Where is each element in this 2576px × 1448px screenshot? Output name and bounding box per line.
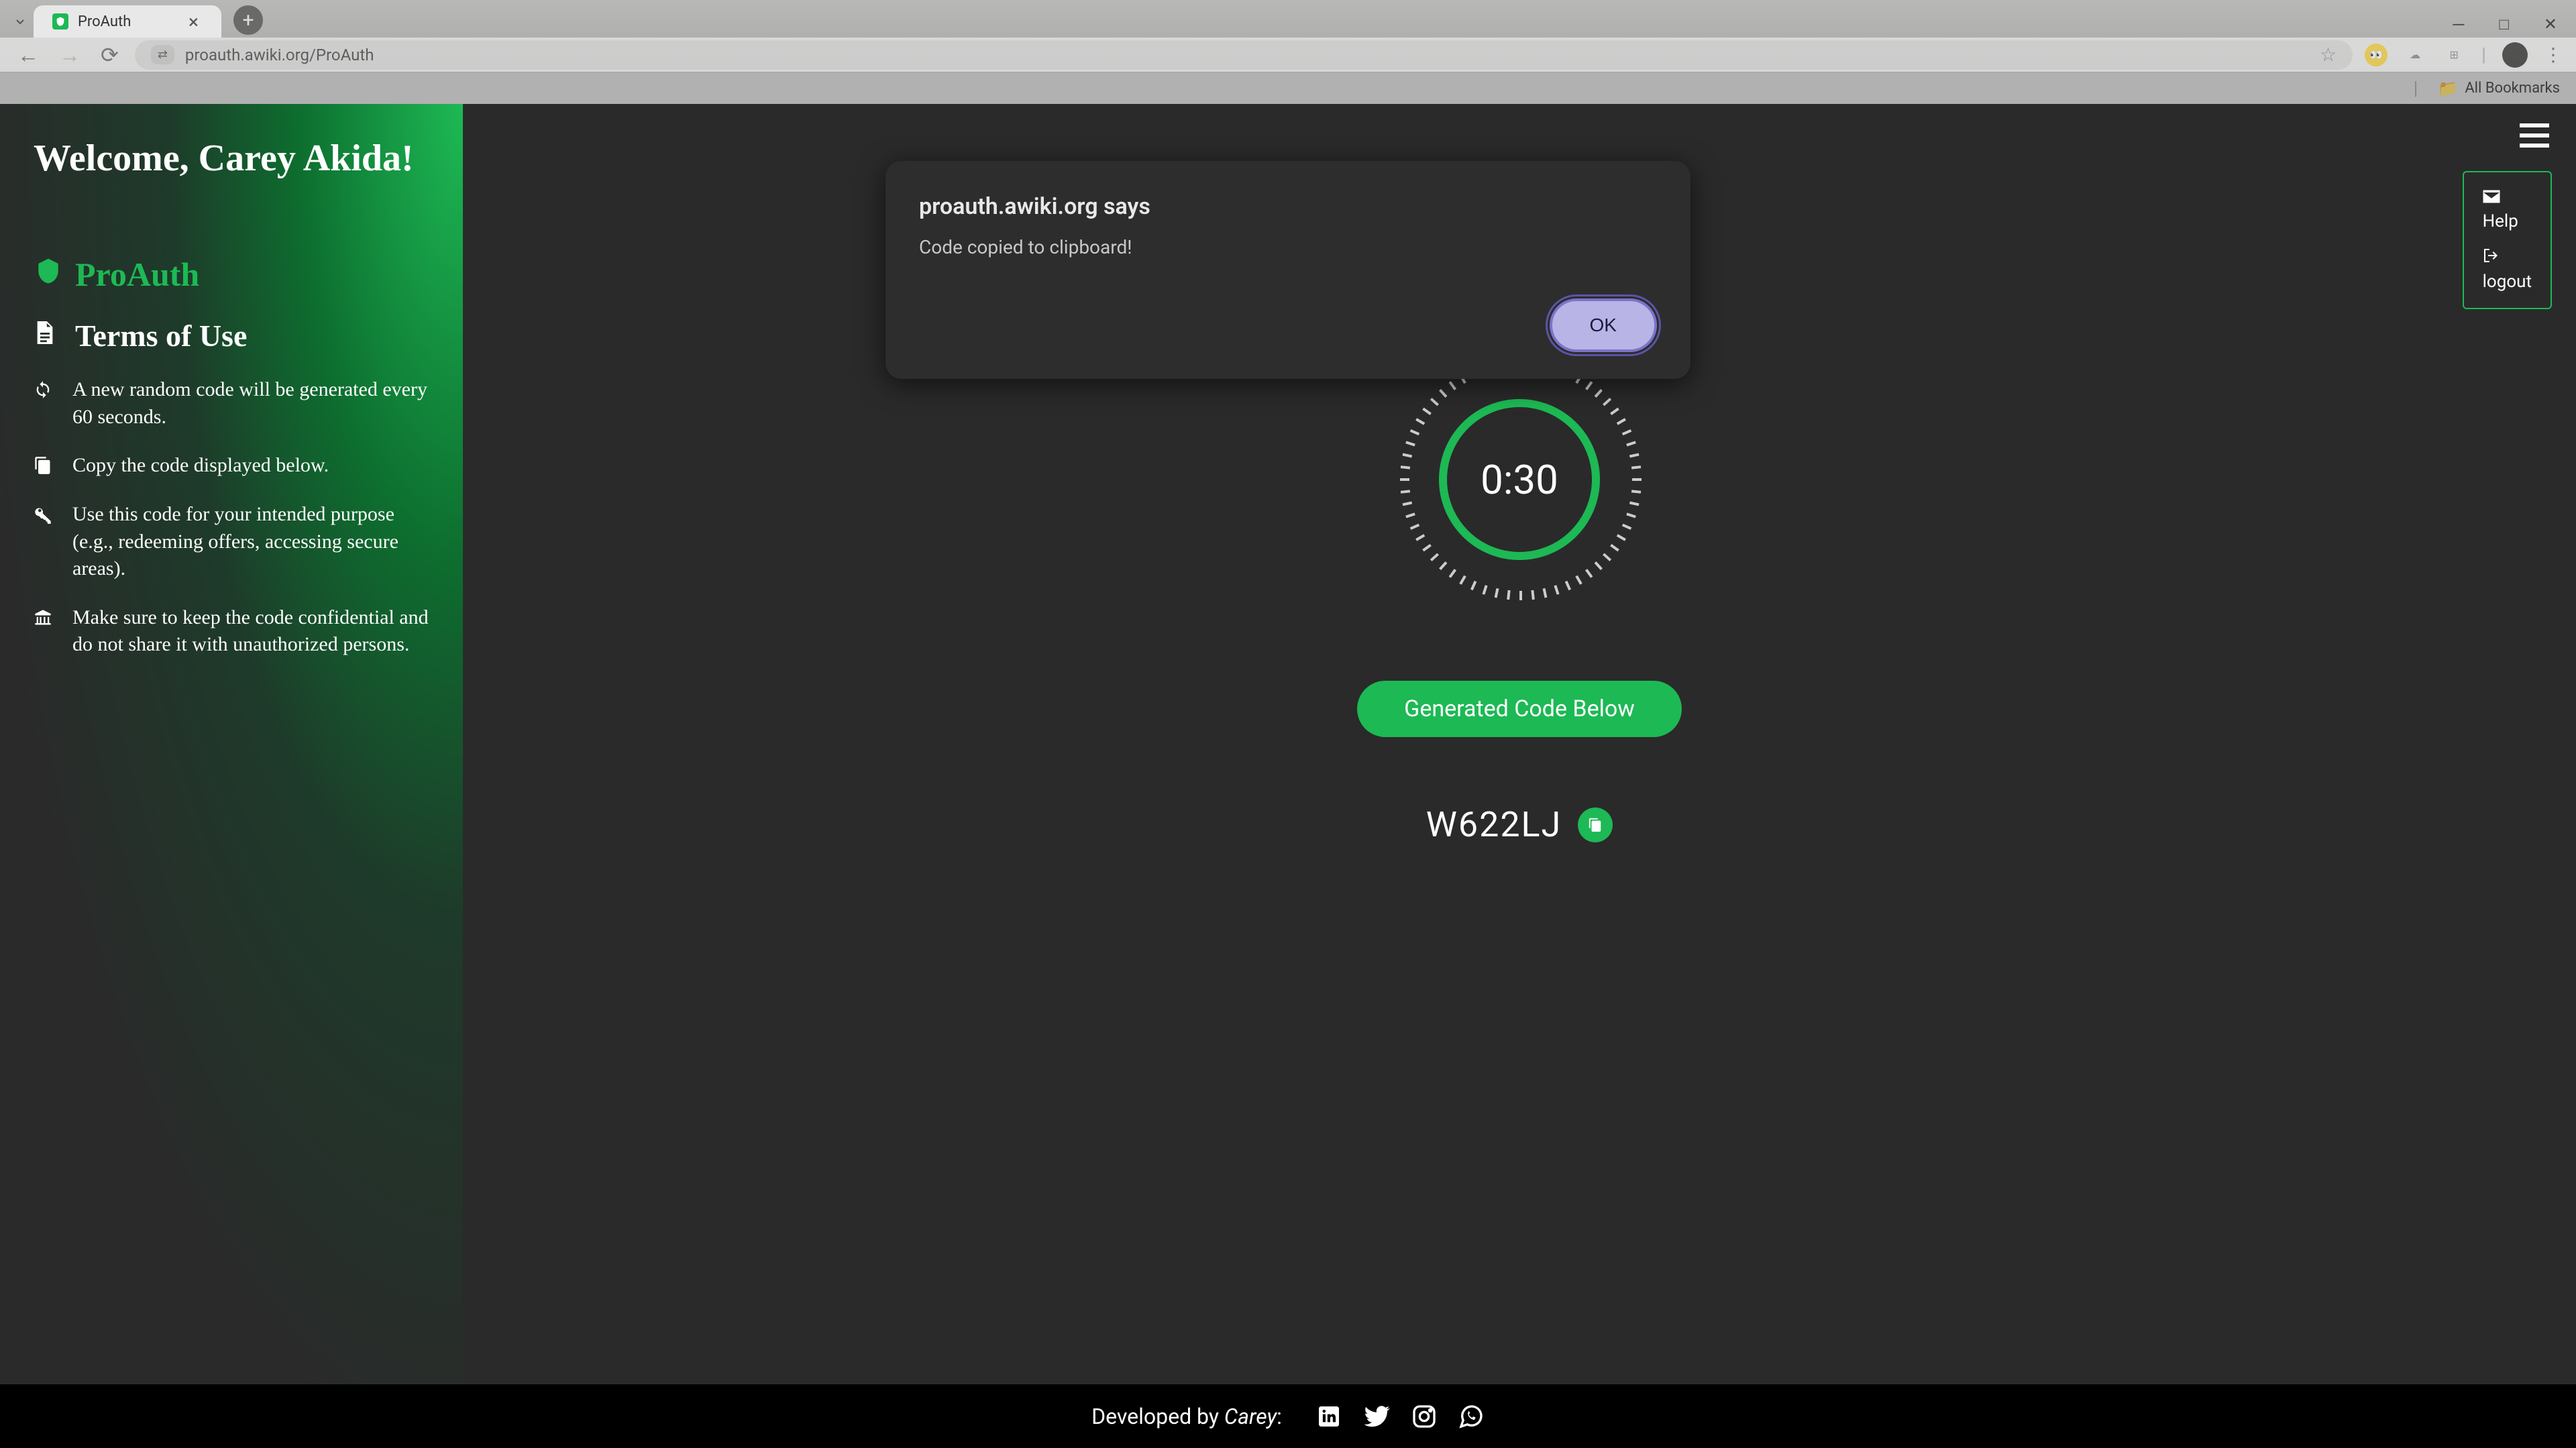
whatsapp-icon[interactable] — [1458, 1403, 1485, 1430]
extension-icons: 👀 ☁ ⊞ | ⋮ — [2365, 42, 2563, 68]
terms-heading: Terms of Use — [34, 318, 429, 353]
all-bookmarks-link[interactable]: All Bookmarks — [2465, 80, 2560, 97]
key-icon — [34, 505, 55, 528]
logout-label: logout — [2483, 272, 2532, 292]
alert-message: Code copied to clipboard! — [919, 236, 1657, 258]
new-tab-button[interactable]: + — [233, 5, 263, 35]
sidebar: Welcome, Carey Akida! ProAuth Terms of U… — [0, 104, 463, 1384]
folder-icon: 📁 — [2438, 79, 2458, 98]
copy-icon — [34, 456, 55, 480]
address-bar-row: ← → ⟳ ⇄ proauth.awiki.org/ProAuth ☆ 👀 ☁ … — [0, 38, 2576, 72]
term-text: Copy the code displayed below. — [72, 452, 329, 480]
document-icon — [34, 319, 56, 352]
extension-icon-2[interactable]: ☁ — [2404, 44, 2426, 66]
term-text: A new random code will be generated ever… — [72, 376, 429, 431]
back-button[interactable]: ← — [13, 38, 43, 72]
term-text: Use this code for your intended purpose … — [72, 501, 429, 583]
welcome-heading: Welcome, Carey Akida! — [34, 136, 429, 181]
term-item-refresh: A new random code will be generated ever… — [34, 376, 429, 431]
generated-code: W622LJ — [1426, 804, 1562, 845]
app-name-label: ProAuth — [75, 255, 199, 294]
developed-by-label: Developed by — [1091, 1404, 1224, 1429]
minimize-button[interactable]: ─ — [2447, 9, 2469, 40]
term-text: Make sure to keep the code confidential … — [72, 604, 429, 659]
alert-ok-button[interactable]: OK — [1550, 298, 1657, 352]
browser-tab[interactable]: ProAuth × — [34, 5, 221, 38]
instagram-icon[interactable] — [1411, 1403, 1438, 1430]
tab-favicon — [52, 13, 68, 30]
generated-code-pill: Generated Code Below — [1357, 681, 1682, 737]
proauth-brand: ProAuth — [34, 255, 429, 294]
refresh-icon — [34, 380, 55, 404]
bookmark-star-icon[interactable]: ☆ — [2320, 44, 2337, 66]
extension-icon-1[interactable]: 👀 — [2365, 44, 2387, 66]
footer-text: Developed by Carey: — [1091, 1404, 1282, 1429]
alert-actions: OK — [919, 298, 1657, 352]
author-name: Carey — [1224, 1404, 1277, 1429]
site-info-icon[interactable]: ⇄ — [151, 45, 174, 64]
profile-avatar[interactable] — [2502, 42, 2528, 68]
shield-icon — [34, 256, 63, 293]
window-controls: ─ □ ✕ — [2447, 9, 2563, 40]
browser-menu-button[interactable]: ⋮ — [2544, 44, 2563, 66]
linkedin-icon[interactable] — [1316, 1403, 1342, 1430]
forward-button[interactable]: → — [55, 38, 85, 72]
twitter-icon[interactable] — [1362, 1402, 1391, 1431]
lock-building-icon — [34, 608, 55, 632]
tab-search-dropdown[interactable] — [12, 12, 28, 34]
envelope-icon — [2483, 188, 2532, 207]
code-row: W622LJ — [1426, 804, 1613, 845]
maximize-button[interactable]: □ — [2493, 9, 2514, 40]
tab-bar: ProAuth × + — [0, 0, 2576, 38]
hamburger-menu-button[interactable] — [2520, 120, 2549, 155]
term-item-key: Use this code for your intended purpose … — [34, 501, 429, 583]
extensions-puzzle-icon[interactable]: ⊞ — [2443, 44, 2465, 66]
logout-icon — [2483, 247, 2532, 268]
reload-button[interactable]: ⟳ — [97, 38, 123, 72]
tab-title: ProAuth — [78, 13, 175, 30]
help-label: Help — [2483, 211, 2532, 231]
timer: 0:30 — [1399, 359, 1640, 600]
url-text: proauth.awiki.org/ProAuth — [185, 46, 2309, 64]
menu-panel: Help logout — [2463, 171, 2552, 309]
copy-code-button[interactable] — [1578, 807, 1613, 842]
term-item-copy: Copy the code displayed below. — [34, 452, 429, 480]
address-bar[interactable]: ⇄ proauth.awiki.org/ProAuth ☆ — [135, 40, 2353, 70]
bookmarks-bar: | 📁 All Bookmarks — [0, 72, 2576, 104]
alert-title: proauth.awiki.org says — [919, 193, 1657, 220]
footer: Developed by Carey: — [0, 1384, 2576, 1448]
timer-ticks — [1399, 359, 1640, 600]
browser-chrome: ProAuth × + ─ □ ✕ ← → ⟳ ⇄ proauth.awiki.… — [0, 0, 2576, 72]
terms-heading-label: Terms of Use — [75, 318, 247, 353]
alert-dialog: proauth.awiki.org says Code copied to cl… — [885, 161, 1690, 379]
term-item-confidential: Make sure to keep the code confidential … — [34, 604, 429, 659]
close-window-button[interactable]: ✕ — [2538, 9, 2563, 40]
logout-menu-item[interactable]: logout — [2483, 247, 2532, 292]
help-menu-item[interactable]: Help — [2483, 188, 2532, 231]
tab-close-button[interactable]: × — [184, 11, 203, 33]
footer-suffix: : — [1277, 1404, 1282, 1429]
